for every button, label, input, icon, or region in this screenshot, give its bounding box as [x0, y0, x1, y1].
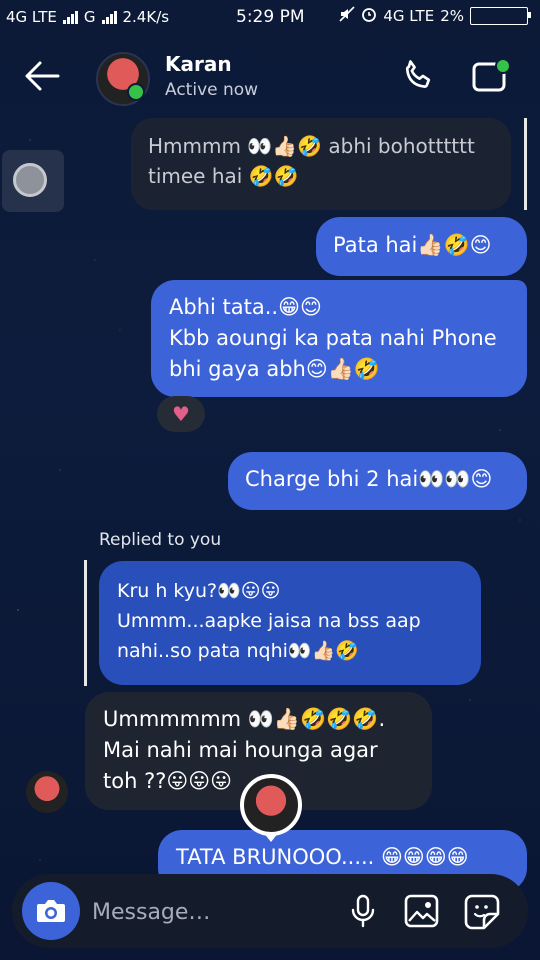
- alarm-icon: [361, 6, 377, 26]
- arrow-left-icon: [25, 61, 60, 91]
- image-icon: [404, 894, 439, 928]
- network-label-1: 4G LTE: [6, 8, 57, 26]
- back-button[interactable]: [22, 58, 62, 94]
- scroll-indicator: [524, 118, 527, 210]
- sender-avatar[interactable]: [26, 771, 68, 813]
- video-camera-icon: [472, 58, 511, 92]
- battery-percent: 2%: [440, 7, 464, 25]
- seen-avatar-pointer: [263, 832, 279, 842]
- replied-label: Replied to you: [99, 530, 222, 550]
- message-outgoing[interactable]: Abhi tata..😁😊 Kbb aoungi ka pata nahi Ph…: [151, 280, 527, 397]
- phone-icon: [405, 60, 431, 88]
- presence-status: Active now: [165, 80, 259, 100]
- gallery-button[interactable]: [404, 894, 440, 932]
- voice-call-button[interactable]: [400, 56, 438, 98]
- network-speed: 2.4K/s: [122, 8, 170, 26]
- clock: 5:29 PM: [236, 7, 305, 27]
- seen-avatar: [240, 774, 302, 836]
- network-label-2: G: [83, 8, 96, 26]
- network-label-3: 4G LTE: [383, 7, 435, 25]
- camera-button[interactable]: [22, 882, 80, 940]
- camera-icon: [37, 900, 65, 922]
- sticker-button[interactable]: [464, 894, 500, 934]
- contact-name[interactable]: Karan: [165, 52, 232, 76]
- message-outgoing[interactable]: Charge bhi 2 hai👀👀😊: [228, 452, 527, 510]
- chat-header: Karan Active now: [0, 34, 540, 116]
- voice-message-button[interactable]: [348, 894, 378, 932]
- message-composer: [12, 874, 528, 948]
- signal-icon: [62, 10, 78, 24]
- reply-quote-bar: [84, 560, 87, 686]
- sticker-icon: [464, 894, 500, 930]
- signal-icon-2: [101, 10, 117, 24]
- message-incoming[interactable]: Hmmmm 👀👍🏻🤣 abhi bohotttttt timee hai 🤣🤣: [131, 118, 511, 210]
- microphone-icon: [351, 894, 375, 928]
- heart-reaction[interactable]: ♥: [157, 396, 205, 432]
- status-bar: 4G LTE G 2.4K/s 5:29 PM 4G LTE 2%: [0, 0, 540, 34]
- video-call-button[interactable]: [470, 56, 514, 100]
- assistive-touch-knob: [13, 163, 47, 197]
- quoted-reply-message[interactable]: Kru h kyu?👀😛😛 Ummm...aapke jaisa na bss …: [99, 561, 481, 685]
- message-input[interactable]: [90, 890, 334, 934]
- message-outgoing[interactable]: Pata hai👍🏻🤣😊: [316, 217, 527, 276]
- battery-icon: [470, 7, 531, 25]
- online-indicator: [127, 83, 145, 101]
- mute-icon: [339, 6, 355, 26]
- assistive-touch-button[interactable]: [2, 150, 64, 212]
